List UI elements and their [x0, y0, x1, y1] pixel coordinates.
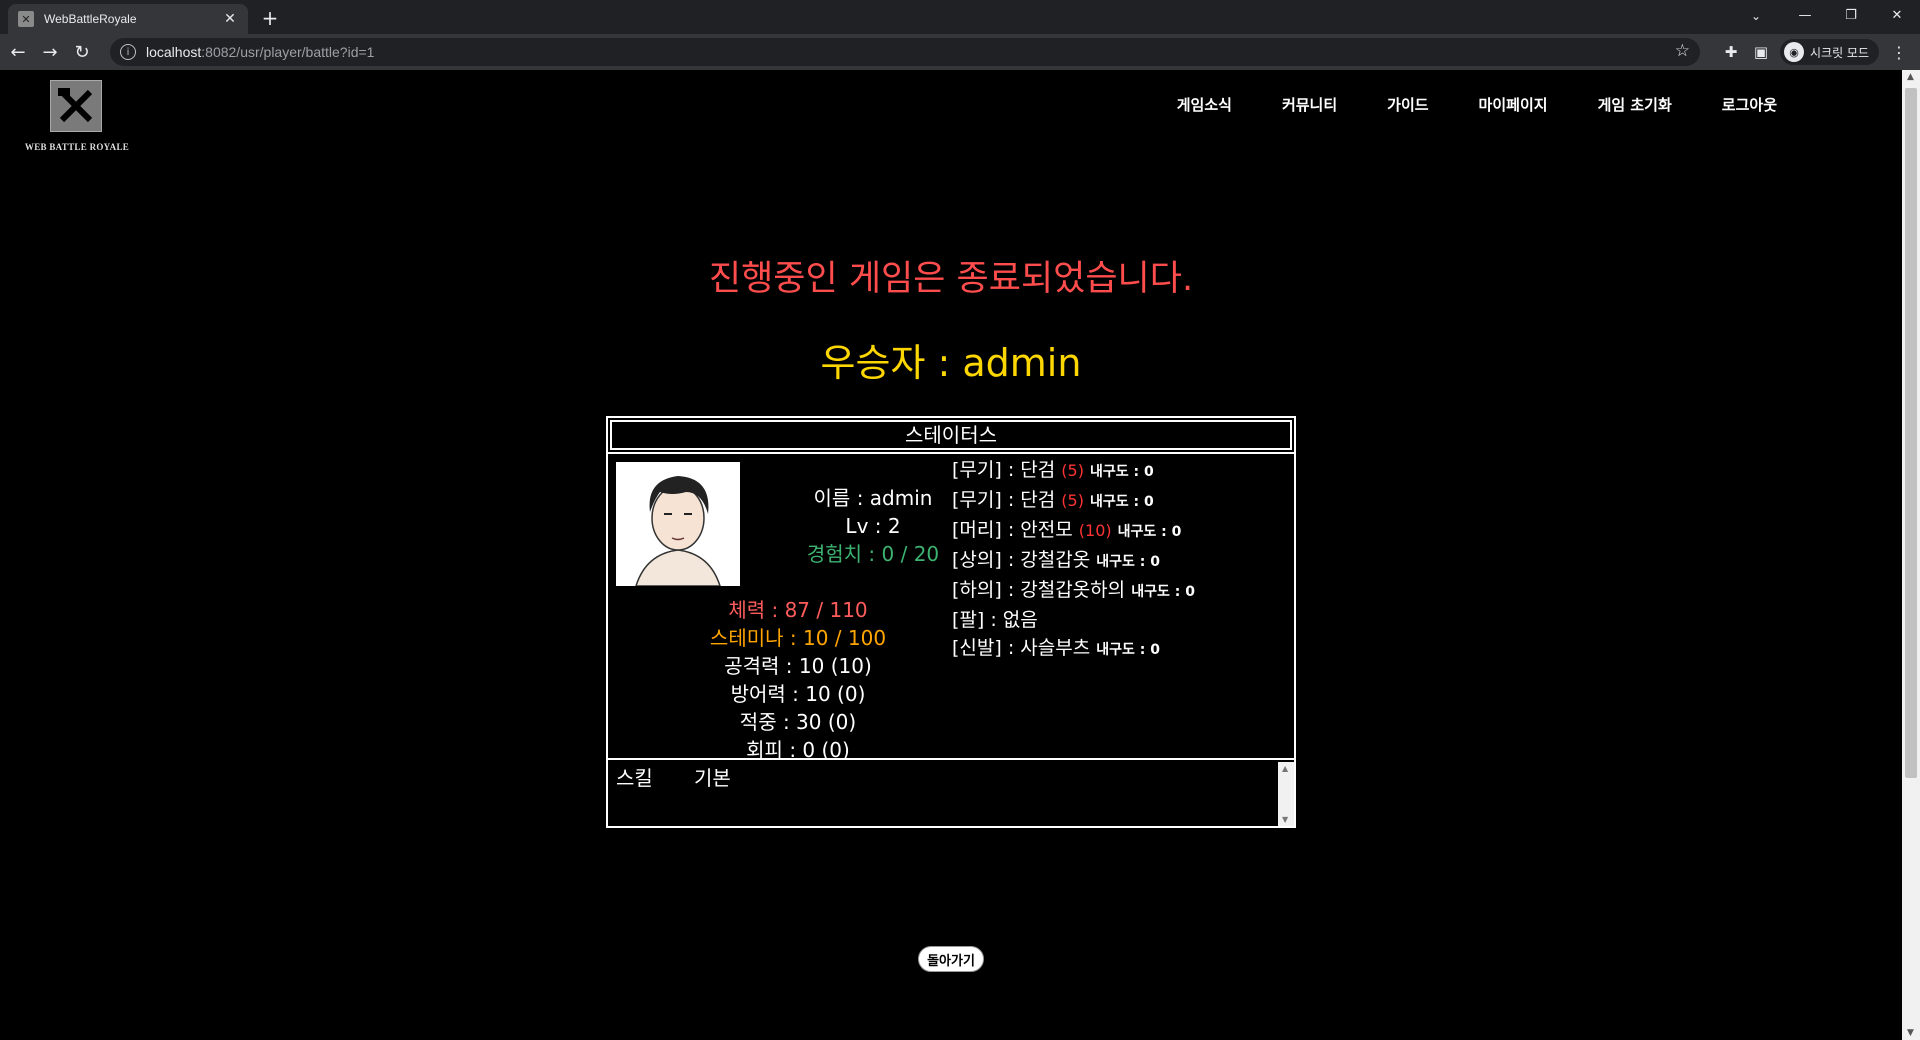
equip-slot: [팔] : 없음	[952, 609, 1038, 631]
equip-durability: 내구도 : 0	[1096, 642, 1160, 658]
new-tab-icon[interactable]: +	[258, 6, 282, 30]
nav-game-reset[interactable]: 게임 초기화	[1573, 94, 1697, 115]
tab-search-icon[interactable]: ⌄	[1742, 4, 1770, 28]
logo-text: WEB BATTLE ROYALE	[24, 142, 130, 152]
site-favicon-icon: ✕	[18, 11, 34, 27]
side-panel-icon[interactable]: ▣	[1746, 38, 1776, 66]
site-logo[interactable]: WEB BATTLE ROYALE	[16, 80, 138, 156]
scroll-thumb[interactable]	[1905, 88, 1917, 778]
stat-accuracy: 적중 : 30 (0)	[739, 710, 857, 734]
equip-top: [상의] : 강철갑옷 내구도 : 0	[952, 546, 1292, 576]
equipment-list: [무기] : 단검 (5) 내구도 : 0 [무기] : 단검 (5) 내구도 …	[952, 456, 1292, 664]
nav-mypage[interactable]: 마이페이지	[1454, 94, 1573, 115]
equip-arm: [팔] : 없음	[952, 606, 1292, 634]
equip-durability: 내구도 : 0	[1131, 584, 1195, 600]
browser-tabbar: ✕ WebBattleRoyale ✕ + ⌄ — ❐ ✕	[0, 0, 1920, 34]
player-stats: 체력 : 87 / 110 스테미나 : 10 / 100 공격력 : 10 (…	[608, 596, 988, 764]
address-bar[interactable]: i localhost:8082/usr/player/battle?id=1 …	[110, 38, 1700, 66]
equip-power: (10)	[1078, 521, 1112, 540]
stat-hp: 체력 : 87 / 110	[728, 598, 868, 622]
status-title: 스테이터스	[610, 420, 1292, 450]
stat-stamina: 스테미나 : 10 / 100	[709, 626, 887, 650]
game-ended-message: 진행중인 게임은 종료되었습니다.	[708, 259, 1194, 299]
stat-defense: 방어력 : 10 (0)	[730, 682, 866, 706]
extensions-icon[interactable]: ✚	[1716, 38, 1746, 66]
window-controls: — ❐ ✕	[1782, 0, 1920, 30]
site-info-icon[interactable]: i	[120, 44, 136, 60]
menu-dots-icon[interactable]: ⋮	[1887, 38, 1911, 66]
equip-power: (5)	[1061, 491, 1084, 510]
stat-attack: 공격력 : 10 (10)	[724, 654, 872, 678]
close-tab-icon[interactable]: ✕	[222, 11, 238, 27]
equip-durability: 내구도 : 0	[1090, 464, 1154, 480]
nav-logout[interactable]: 로그아웃	[1697, 94, 1802, 115]
crossed-tools-icon	[58, 88, 93, 123]
stat-evasion: 회피 : 0 (0)	[746, 738, 850, 762]
close-window-icon[interactable]: ✕	[1874, 0, 1920, 30]
equip-durability: 내구도 : 0	[1117, 524, 1182, 540]
incognito-icon: ◉	[1784, 42, 1804, 62]
top-navigation: 게임소식 커뮤니티 가이드 마이페이지 게임 초기화 로그아웃	[1152, 94, 1802, 115]
browser-toolbar: ← → ↻ i localhost:8082/usr/player/battle…	[0, 34, 1920, 70]
equip-slot: [상의] : 강철갑옷	[952, 549, 1091, 571]
winner-text: 우승자 : admin	[820, 341, 1082, 385]
equip-durability: 내구도 : 0	[1096, 554, 1160, 570]
skill-area[interactable]: 스킬 기본 ▲ ▼	[608, 762, 1294, 826]
scroll-up-icon[interactable]: ▲	[1282, 764, 1288, 773]
reload-icon[interactable]: ↻	[68, 38, 96, 66]
status-panel: 스테이터스 이름 : admin Lv : 2 경험치 : 0 / 20 체력 …	[606, 416, 1296, 828]
equip-slot: [하의] : 강철갑옷하의	[952, 579, 1126, 601]
equip-power: (5)	[1061, 461, 1084, 480]
status-body: 이름 : admin Lv : 2 경험치 : 0 / 20 체력 : 87 /…	[608, 452, 1294, 762]
player-portrait	[616, 462, 740, 586]
page-scrollbar[interactable]: ▲ ▼	[1902, 70, 1920, 1040]
equip-slot: [무기] : 단검	[952, 459, 1056, 481]
scroll-down-icon[interactable]: ▼	[1907, 1028, 1914, 1038]
browser-tab[interactable]: ✕ WebBattleRoyale ✕	[8, 4, 248, 34]
restore-icon[interactable]: ❐	[1828, 0, 1874, 30]
back-arrow-icon[interactable]: ←	[4, 38, 32, 66]
equip-durability: 내구도 : 0	[1090, 494, 1154, 510]
equip-shoes: [신발] : 사슬부츠 내구도 : 0	[952, 634, 1292, 664]
equip-weapon-1: [무기] : 단검 (5) 내구도 : 0	[952, 456, 1292, 486]
toolbar-right: ✚ ▣ ◉ 시크릿 모드 ⋮	[1716, 38, 1911, 66]
back-button[interactable]: 돌아가기	[918, 946, 984, 972]
equip-slot: [머리] : 안전모	[952, 519, 1073, 541]
incognito-label: 시크릿 모드	[1810, 45, 1870, 60]
nav-community[interactable]: 커뮤니티	[1257, 94, 1362, 115]
nav-guide[interactable]: 가이드	[1362, 94, 1453, 115]
scroll-up-icon[interactable]: ▲	[1907, 72, 1914, 82]
url-host: localhost	[146, 44, 202, 60]
nav-game-news[interactable]: 게임소식	[1152, 94, 1257, 115]
equip-slot: [신발] : 사슬부츠	[952, 637, 1091, 659]
url-path: :8082/usr/player/battle?id=1	[201, 44, 375, 60]
skill-scrollbar[interactable]: ▲ ▼	[1278, 762, 1294, 826]
skill-value: 기본	[694, 766, 731, 790]
minimize-icon[interactable]: —	[1782, 0, 1828, 30]
scroll-down-icon[interactable]: ▼	[1282, 815, 1288, 824]
equip-weapon-2: [무기] : 단검 (5) 내구도 : 0	[952, 486, 1292, 516]
equip-head: [머리] : 안전모 (10) 내구도 : 0	[952, 516, 1292, 546]
skill-label: 스킬	[616, 766, 653, 790]
bookmark-star-icon[interactable]: ☆	[1675, 41, 1690, 61]
player-avatar-image	[616, 462, 740, 586]
page: WEB BATTLE ROYALE 게임소식 커뮤니티 가이드 마이페이지 게임…	[0, 70, 1902, 1040]
forward-arrow-icon[interactable]: →	[36, 38, 64, 66]
equip-slot: [무기] : 단검	[952, 489, 1056, 511]
incognito-profile[interactable]: ◉ 시크릿 모드	[1780, 39, 1880, 65]
tab-title: WebBattleRoyale	[44, 12, 137, 26]
equip-bottom: [하의] : 강철갑옷하의 내구도 : 0	[952, 576, 1292, 606]
logo-image	[50, 80, 102, 132]
